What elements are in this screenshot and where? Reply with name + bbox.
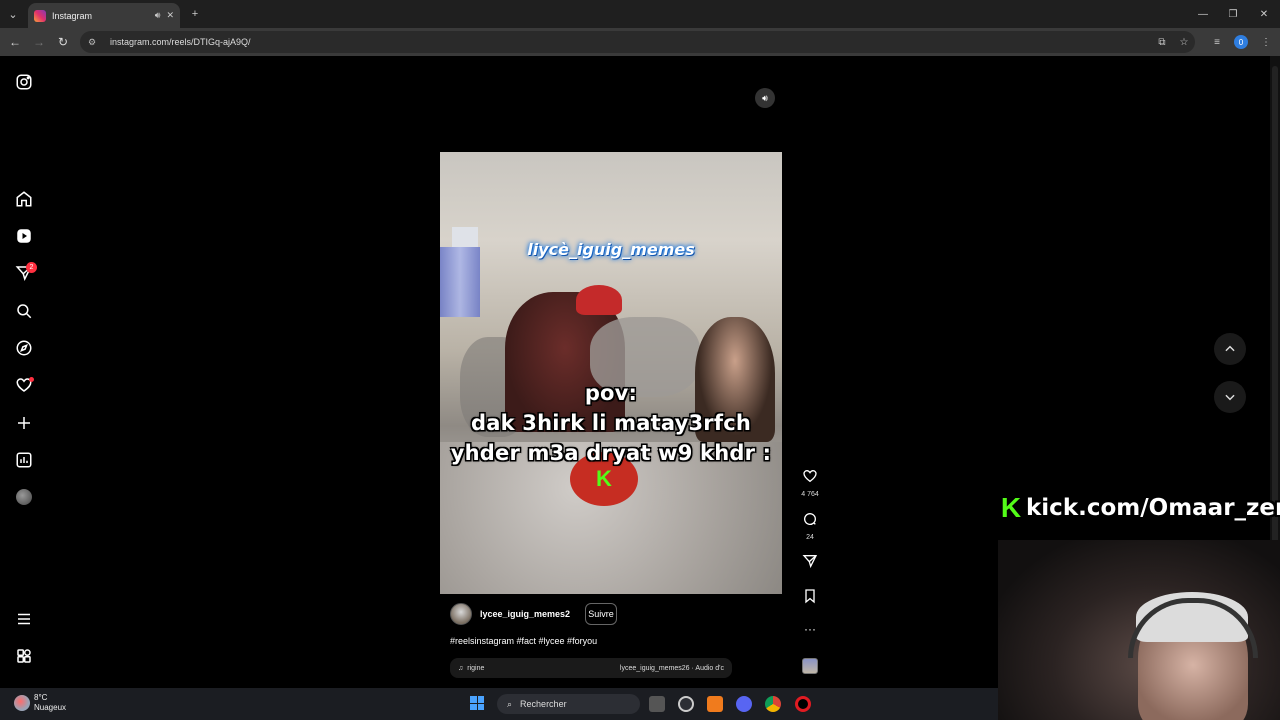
address-bar[interactable]: ⚙︎ instagram.com/reels/DTIGq-ajA9Q/ (80, 31, 1195, 53)
taskbar-search-box[interactable]: ⌕ Rechercher (497, 694, 640, 714)
caption-line-1: pov: (584, 381, 638, 405)
search-icon[interactable] (12, 299, 36, 323)
minimize-window-icon[interactable]: — (1192, 5, 1214, 23)
reel-video-frame[interactable]: K liycè_iguig_memes pov: dak 3hirk li ma… (440, 152, 782, 594)
new-tab-plus-icon[interactable]: + (186, 5, 204, 23)
kick-k-logo: K (998, 492, 1024, 523)
reel-audio-bar[interactable]: ♫ rigine lycee_iguig_memes26 · Audio d'c (450, 658, 732, 678)
music-note-icon: ♫ (458, 664, 464, 672)
reel-player[interactable]: K liycè_iguig_memes pov: dak 3hirk li ma… (440, 80, 782, 688)
media-control-icon[interactable]: ≡ (1209, 34, 1225, 50)
reload-icon[interactable]: ↻ (54, 33, 72, 51)
instagram-logo-icon[interactable] (12, 70, 36, 94)
more-options-icon[interactable]: ··· (798, 622, 822, 636)
audio-thumbnail[interactable] (802, 658, 818, 674)
share-send-icon[interactable] (802, 553, 818, 569)
install-app-icon[interactable]: ⧉ (1154, 34, 1170, 50)
vlc-icon[interactable] (707, 696, 723, 712)
share-action[interactable] (798, 553, 822, 574)
instagram-favicon-icon (34, 9, 46, 22)
chrome-icon[interactable] (765, 696, 781, 712)
red-cap (576, 285, 622, 315)
messages-notification-badge: 2 (26, 262, 37, 273)
profile-avatar[interactable] (16, 489, 32, 505)
windows-start-icon[interactable] (470, 696, 484, 710)
follow-button[interactable]: Suivre (585, 603, 617, 625)
previous-reel-button[interactable] (1214, 333, 1246, 365)
kick-stream-overlay: K kick.com/Omaar_zer (998, 492, 1280, 524)
file-explorer-icon[interactable] (649, 696, 665, 712)
chevron-down-icon (1225, 394, 1235, 401)
webcam-overlay (998, 540, 1280, 720)
tab-title: Instagram (52, 10, 93, 21)
opera-icon[interactable] (795, 696, 811, 712)
weather-icon (14, 695, 30, 711)
forward-arrow-icon[interactable]: → (30, 33, 48, 51)
chevron-up-icon (1225, 345, 1235, 352)
home-icon[interactable] (12, 187, 36, 211)
weather-widget[interactable]: 8°C Nuageux (14, 693, 66, 713)
profile-avatar-button[interactable]: 0 (1234, 35, 1248, 49)
reel-watermark-text: liycè_iguig_memes (527, 240, 695, 259)
also-from-meta-icon[interactable] (12, 644, 36, 668)
close-window-icon[interactable]: ✕ (1253, 5, 1275, 23)
kick-channel-url: kick.com/Omaar_zer (1026, 495, 1280, 521)
discord-icon[interactable] (736, 696, 752, 712)
comment-action[interactable]: 24 (798, 511, 822, 541)
url-text: instagram.com/reels/DTIGq-ajA9Q/ (110, 37, 251, 47)
reels-icon[interactable] (12, 224, 36, 248)
caption-line-3: yhder m3a dryat w9 khdr : (450, 441, 772, 465)
author-username[interactable]: lycee_iguig_memes2 (480, 609, 570, 619)
like-count: 4 764 (801, 491, 819, 498)
caption-line-2: dak 3hirk li matay3rfch (471, 411, 751, 435)
steam-icon[interactable] (678, 696, 694, 712)
reel-info-panel: lycee_iguig_memes2 Suivre #reelsinstagra… (440, 594, 782, 688)
taskbar-search-icon: ⌕ (507, 698, 513, 709)
back-arrow-icon[interactable]: ← (6, 33, 24, 51)
next-reel-button[interactable] (1214, 381, 1246, 413)
audio-toggle-icon[interactable]: 🔊︎ (755, 88, 775, 108)
browser-tab-instagram[interactable]: Instagram 🔊︎ ✕ (28, 3, 180, 28)
dashboard-icon[interactable] (12, 448, 36, 472)
audio-label-left: rigine (467, 664, 485, 672)
restore-window-icon[interactable]: ❐ (1222, 5, 1244, 23)
reel-hashtags[interactable]: #reelsinstagram #fact #lycee #foryou (450, 636, 597, 646)
more-menu-icon[interactable] (12, 607, 36, 631)
weather-temperature: 8°C (34, 693, 48, 702)
like-heart-icon[interactable] (802, 468, 818, 484)
audio-label-right: lycee_iguig_memes26 · Audio d'c (619, 664, 724, 672)
reel-top-area (440, 80, 782, 152)
weather-condition: Nuageux (34, 703, 67, 712)
notification-dot (29, 377, 34, 382)
create-plus-icon[interactable] (12, 411, 36, 435)
site-info-icon[interactable]: ⚙︎ (88, 36, 100, 48)
taskbar-search-placeholder: Rechercher (520, 699, 567, 709)
bookmark-icon[interactable] (802, 588, 818, 604)
author-avatar[interactable] (450, 603, 472, 625)
browser-menu-icon[interactable]: ⋮ (1258, 34, 1274, 50)
tab-audio-icon[interactable]: 🔊︎ (155, 10, 161, 21)
explore-icon[interactable] (12, 336, 36, 360)
save-action[interactable] (798, 588, 822, 609)
tab-close-icon[interactable]: ✕ (166, 10, 174, 21)
comment-count: 24 (806, 534, 814, 541)
bookmark-star-icon[interactable]: ☆ (1176, 34, 1192, 50)
like-action[interactable]: 4 764 (798, 468, 822, 498)
comment-icon[interactable] (802, 511, 818, 527)
tab-search-chevron-icon[interactable]: ⌄ (4, 5, 22, 23)
